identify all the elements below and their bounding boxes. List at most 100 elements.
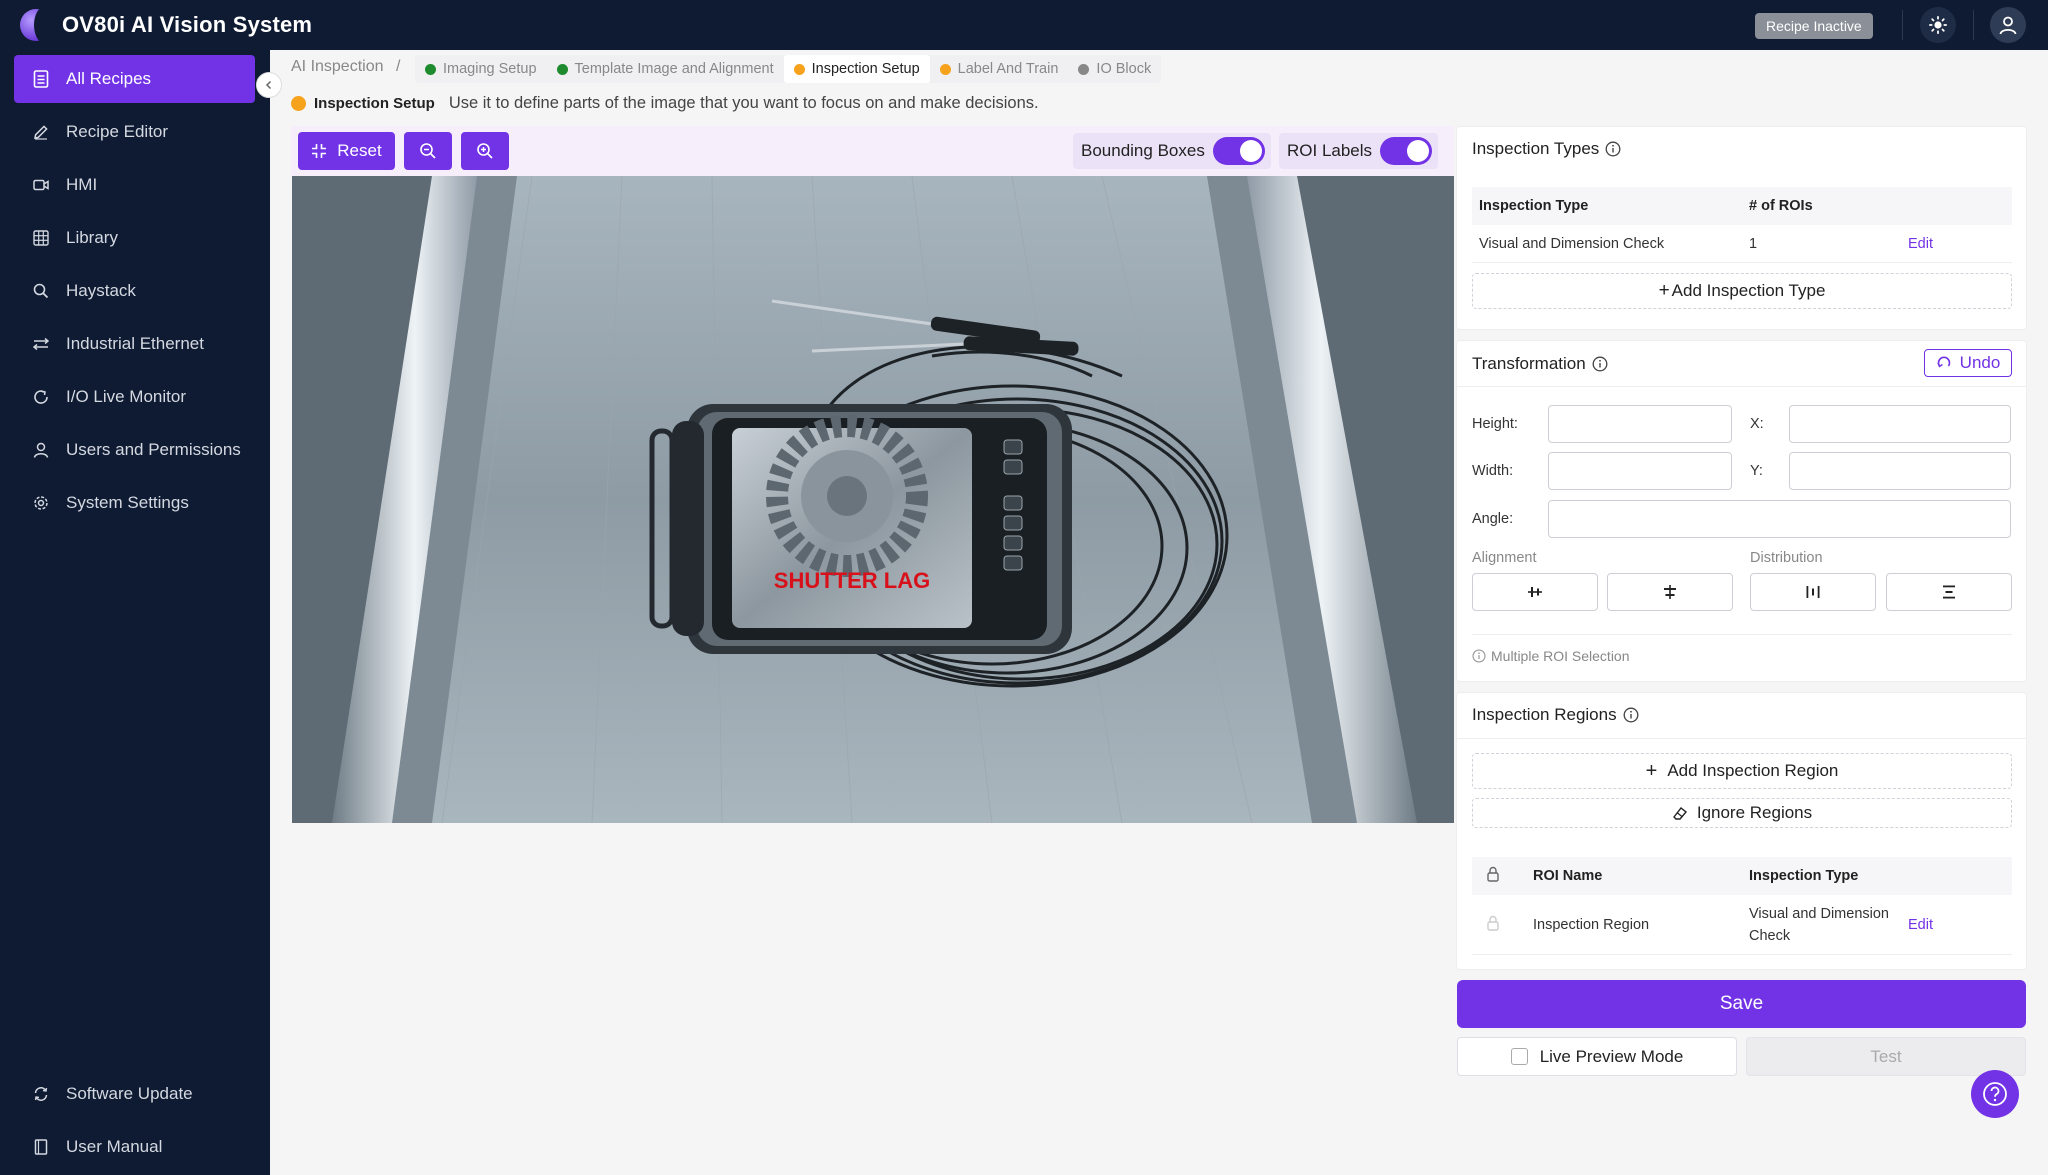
sidebar-item-label: Industrial Ethernet	[66, 334, 204, 353]
step-imaging-setup[interactable]: Imaging Setup	[415, 55, 547, 83]
bounding-boxes-toggle[interactable]: Bounding Boxes	[1073, 133, 1271, 169]
align-horizontal-center-button[interactable]	[1472, 573, 1598, 611]
user-icon	[32, 441, 50, 459]
sidebar-item-users-permissions[interactable]: Users and Permissions	[14, 426, 255, 474]
sidebar-item-label: I/O Live Monitor	[66, 387, 186, 406]
sidebar-item-software-update[interactable]: Software Update	[14, 1070, 255, 1118]
height-input[interactable]	[1548, 405, 1732, 443]
edit-roi-link[interactable]: Edit	[1908, 917, 1933, 933]
collapse-sidebar-button[interactable]	[256, 72, 282, 98]
zoom-out-button[interactable]	[404, 132, 452, 170]
roi-labels-toggle[interactable]: ROI Labels	[1279, 133, 1439, 169]
checkbox-label: Live Preview Mode	[1539, 1046, 1684, 1066]
toggle-label: Bounding Boxes	[1081, 141, 1205, 160]
panel-title: Transformation	[1472, 354, 1608, 374]
edit-inspection-type-link[interactable]: Edit	[1908, 236, 1933, 252]
step-label: IO Block	[1096, 61, 1152, 77]
roi-labels-switch[interactable]	[1380, 137, 1433, 165]
angle-input[interactable]	[1548, 500, 2011, 538]
step-label: Label And Train	[957, 61, 1059, 77]
screen-text: SHUTTER LAG	[774, 568, 930, 593]
undo-button[interactable]: Undo	[1924, 349, 2012, 377]
panel-title-text: Transformation	[1472, 354, 1586, 373]
sidebar-item-library[interactable]: Library	[14, 214, 255, 262]
width-input[interactable]	[1548, 452, 1732, 490]
distribute-vertical-button[interactable]	[1886, 573, 2012, 611]
y-input[interactable]	[1789, 452, 2011, 490]
transformation-panel: Transformation Undo Height: X: Width: Y:…	[1456, 340, 2027, 682]
sidebar-item-industrial-ethernet[interactable]: Industrial Ethernet	[14, 320, 255, 368]
test-button[interactable]: Test	[1746, 1037, 2026, 1076]
step-inspection-setup[interactable]: Inspection Setup	[783, 55, 930, 83]
column-header: Inspection Type	[1749, 868, 1859, 884]
top-bar: OV80i AI Vision System Recipe Inactive	[0, 0, 2048, 50]
plus-icon: +	[1645, 759, 1658, 782]
table-row: Inspection Region Visual and Dimension Ch…	[1472, 895, 2012, 955]
info-icon[interactable]	[1605, 141, 1621, 157]
app-title: OV80i AI Vision System	[62, 12, 313, 37]
column-header: Inspection Type	[1479, 198, 1589, 214]
lock-icon[interactable]	[1486, 915, 1500, 935]
multi-roi-hint: Multiple ROI Selection	[1472, 648, 1630, 664]
inspection-type-cell: Visual and Dimension Check	[1479, 235, 1665, 252]
toggle-label: ROI Labels	[1287, 141, 1373, 160]
status-dot	[425, 63, 436, 75]
video-icon	[32, 176, 50, 194]
live-preview-mode-checkbox[interactable]: Live Preview Mode	[1457, 1037, 1737, 1076]
search-icon	[32, 282, 50, 300]
step-label: Template Image and Alignment	[574, 61, 774, 77]
hint-text: Multiple ROI Selection	[1491, 648, 1630, 664]
align-vertical-center-button[interactable]	[1607, 573, 1733, 611]
step-io-block[interactable]: IO Block	[1068, 55, 1161, 83]
table-row: Visual and Dimension Check 1 Edit	[1472, 225, 2012, 263]
step-label-and-train[interactable]: Label And Train	[930, 55, 1069, 83]
roi-name-cell: Inspection Region	[1533, 916, 1650, 933]
sidebar-item-io-live-monitor[interactable]: I/O Live Monitor	[14, 373, 255, 421]
sidebar-item-all-recipes[interactable]: All Recipes	[14, 55, 255, 103]
zoom-out-icon	[420, 143, 436, 159]
info-icon[interactable]	[1592, 356, 1608, 372]
help-icon	[1983, 1082, 2007, 1106]
sidebar-item-label: Haystack	[66, 281, 136, 300]
sidebar-item-label: Software Update	[66, 1084, 193, 1103]
inspection-image[interactable]: SHUTTER LAG	[292, 176, 1454, 823]
table-header: Inspection Type # of ROIs	[1472, 187, 2012, 225]
zoom-in-button[interactable]	[461, 132, 509, 170]
sidebar-item-haystack[interactable]: Haystack	[14, 267, 255, 315]
x-label: X:	[1750, 416, 1764, 432]
checkbox[interactable]	[1510, 1048, 1528, 1065]
book-icon	[32, 1138, 50, 1156]
help-button[interactable]	[1971, 1070, 2019, 1118]
gear-icon	[32, 494, 50, 512]
alignment-label: Alignment	[1472, 550, 1537, 566]
distribute-horizontal-button[interactable]	[1750, 573, 1876, 611]
pencil-icon	[32, 123, 50, 141]
reset-button[interactable]: Reset	[298, 132, 395, 170]
breadcrumb-root[interactable]: AI Inspection	[291, 58, 384, 75]
sidebar-item-recipe-editor[interactable]: Recipe Editor	[14, 108, 255, 156]
panel-title-text: Inspection Regions	[1472, 705, 1617, 724]
angle-label: Angle:	[1472, 511, 1514, 527]
collapse-icon	[312, 144, 327, 158]
status-dot	[1078, 63, 1090, 75]
width-label: Width:	[1472, 463, 1514, 479]
theme-toggle-button[interactable]	[1920, 7, 1956, 43]
y-label: Y:	[1750, 463, 1763, 479]
save-button[interactable]: Save	[1457, 980, 2026, 1028]
info-icon[interactable]	[1623, 707, 1639, 723]
add-inspection-region-button[interactable]: + Add Inspection Region	[1472, 753, 2012, 789]
user-menu-button[interactable]	[1990, 7, 2026, 43]
height-label: Height:	[1472, 416, 1518, 432]
sun-icon	[1929, 16, 1947, 34]
sidebar-item-system-settings[interactable]: System Settings	[14, 479, 255, 527]
divider	[1472, 634, 2012, 635]
step-template-image-alignment[interactable]: Template Image and Alignment	[547, 55, 784, 83]
breadcrumb: AI Inspection /	[291, 58, 400, 76]
sidebar-item-label: Recipe Editor	[66, 122, 169, 141]
x-input[interactable]	[1789, 405, 2011, 443]
bounding-boxes-switch[interactable]	[1212, 137, 1265, 165]
sidebar-item-hmi[interactable]: HMI	[14, 161, 255, 209]
ignore-regions-button[interactable]: Ignore Regions	[1472, 798, 2012, 828]
sidebar-item-user-manual[interactable]: User Manual	[14, 1123, 255, 1171]
add-inspection-type-button[interactable]: + Add Inspection Type	[1472, 273, 2012, 309]
